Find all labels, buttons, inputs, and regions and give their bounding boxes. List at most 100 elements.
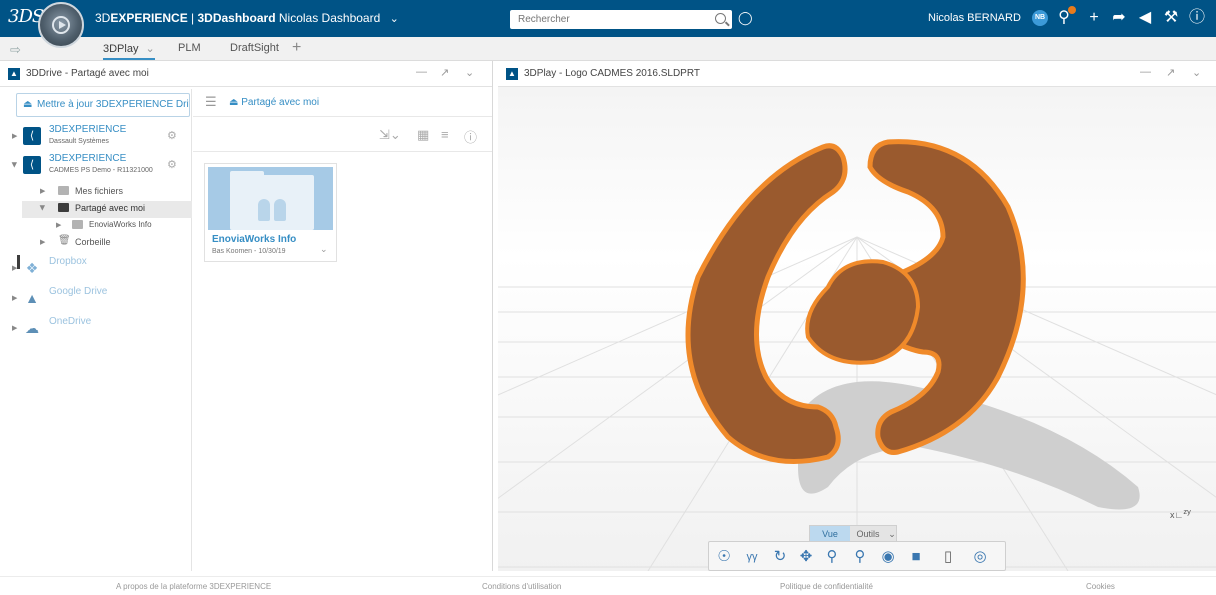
expand-arrow-icon[interactable]: ▶	[12, 324, 17, 332]
tab-bar: ⇨ 3DPlay ⌄ PLM DraftSight +	[0, 37, 1216, 61]
help-icon[interactable]: ⓘ	[1188, 8, 1206, 28]
tag-icon[interactable]: ◯	[738, 10, 753, 25]
drive-tree: ⏏ Mettre à jour 3DEXPERIENCE Drive ▶ ⟨ 3…	[10, 89, 192, 571]
tree-item-label: EnoviaWorks Info	[89, 220, 152, 229]
provider-dropbox[interactable]: ▶ ❖ Dropbox	[10, 255, 192, 285]
provider-name: Google Drive	[49, 286, 108, 297]
app-title[interactable]: 3DEXPERIENCE | 3DDashboard Nicolas Dashb…	[95, 11, 399, 25]
rotate-icon[interactable]: ↻	[771, 548, 789, 566]
view-cube-icon[interactable]: ■	[907, 548, 925, 566]
tree-item-enovia[interactable]: ▶ EnoviaWorks Info	[56, 218, 190, 235]
tree-item-label: Mes fichiers	[75, 186, 124, 196]
add-icon[interactable]: +	[1085, 8, 1103, 28]
maximize-icon[interactable]: ↗	[440, 66, 449, 79]
tab-vue[interactable]: Vue	[810, 526, 850, 542]
zoom-icon[interactable]: ⚲	[823, 548, 841, 566]
user-name[interactable]: Nicolas BERNARD	[928, 12, 1021, 24]
list-view-icon[interactable]: ≡	[441, 127, 449, 142]
viewer-toolbar: ☉ γγ ↻ ✥ ⚲ ⚲ ◉ ■ ▯ ◎	[708, 541, 1006, 571]
tab-3dplay-label: 3DPlay	[103, 43, 139, 55]
share-icon[interactable]: ➦	[1110, 8, 1128, 28]
tools-icon[interactable]: ⚒	[1162, 8, 1180, 28]
section-icon[interactable]: ▯	[939, 548, 957, 566]
expand-arrow-icon[interactable]: ▶	[12, 132, 17, 140]
pan-icon[interactable]: ✥	[797, 548, 815, 566]
look-at-icon[interactable]: ◉	[879, 548, 897, 566]
fit-all-icon[interactable]: ☉	[715, 548, 733, 566]
card-name[interactable]: EnoviaWorks Info	[212, 234, 296, 245]
tree-item-partage[interactable]: ▶ Partagé avec moi	[22, 201, 192, 218]
collapse-toolbar-icon[interactable]: ⌄	[886, 526, 898, 542]
tree-item-corbeille[interactable]: ▶ 🗑 Corbeille	[40, 235, 190, 252]
brand-experience: EXPERIENCE	[110, 11, 188, 25]
add-tab-icon[interactable]: +	[292, 39, 301, 57]
sort-icon[interactable]: ⇲⌄	[379, 127, 401, 143]
dashboard-menu-icon[interactable]: ⇨	[10, 42, 21, 58]
logo-center-disk	[805, 259, 921, 365]
folder-card[interactable]: EnoviaWorks Info Bas Koomen - 10/30/19 ⌄	[204, 163, 337, 262]
compass-button[interactable]	[38, 2, 84, 48]
expand-arrow-icon[interactable]: ▶	[40, 238, 45, 246]
collapse-arrow-icon[interactable]: ▶	[11, 162, 19, 167]
card-date: 10/30/19	[258, 248, 286, 255]
selection-indicator	[17, 255, 20, 269]
visibility-icon[interactable]: ◎	[971, 548, 989, 566]
zoom-area-icon[interactable]: ⚲	[851, 548, 869, 566]
search-box	[510, 10, 732, 29]
trash-icon: 🗑	[58, 235, 71, 246]
tab-chevron-down-icon[interactable]: ⌄	[146, 43, 155, 55]
card-menu-icon[interactable]: ⌄	[320, 244, 328, 255]
provider-3dexperience-ds[interactable]: ▶ ⟨ 3DEXPERIENCE Dassault Systèmes ⚙	[10, 123, 192, 153]
expand-arrow-icon[interactable]: ▶	[56, 221, 61, 229]
play-icon	[52, 16, 70, 34]
maximize-icon[interactable]: ↗	[1166, 66, 1175, 79]
3ddrive-app-icon: ▲	[8, 68, 20, 80]
widget-menu-icon[interactable]: ⌄	[465, 66, 474, 79]
communicate-icon[interactable]: ◀	[1136, 8, 1154, 28]
person-icon	[274, 199, 286, 221]
person-icon	[258, 199, 270, 221]
expand-arrow-icon[interactable]: ▶	[12, 294, 17, 302]
tab-plm[interactable]: PLM	[178, 42, 201, 54]
collapse-arrow-icon[interactable]: ▶	[39, 205, 47, 210]
widget-header: ▲ 3DDrive - Partagé avec moi — ↗ ⌄	[0, 61, 492, 87]
dropbox-icon: ❖	[25, 260, 39, 276]
update-drive-button[interactable]: ⏏ Mettre à jour 3DEXPERIENCE Drive	[16, 93, 190, 117]
footer-link-terms[interactable]: Conditions d'utilisation	[482, 582, 561, 591]
expand-arrow-icon[interactable]: ▶	[40, 187, 45, 195]
hamburger-icon[interactable]: ☰	[205, 94, 217, 110]
breadcrumb-label: Partagé avec moi	[241, 97, 320, 108]
provider-3dexperience-cadmes[interactable]: ▶ ⟨ 3DEXPERIENCE CADMES PS Demo - R11321…	[10, 152, 192, 182]
tab-3dplay[interactable]: 3DPlay ⌄	[103, 42, 155, 60]
folder-icon	[58, 203, 69, 212]
gear-icon[interactable]: ⚙	[167, 129, 177, 142]
app-name: 3DDashboard	[197, 11, 276, 25]
avatar[interactable]: NB	[1032, 10, 1048, 26]
render-mode-icon[interactable]: γγ	[743, 548, 761, 566]
provider-google-drive[interactable]: ▶ ▲ Google Drive	[10, 285, 192, 315]
gear-icon[interactable]: ⚙	[167, 158, 177, 171]
tab-outils[interactable]: Outils	[850, 526, 886, 542]
folder-thumbnail	[208, 167, 333, 230]
search-icon[interactable]	[715, 13, 726, 24]
info-icon[interactable]: ⓘ	[464, 127, 477, 146]
chevron-down-icon[interactable]: ⌄	[390, 12, 399, 25]
3d-viewport[interactable]: x∟zy	[498, 87, 1216, 571]
minimize-icon[interactable]: —	[1140, 66, 1151, 78]
tree-item-label: Partagé avec moi	[75, 203, 146, 213]
widget-title: 3DPlay - Logo CADMES 2016.SLDPRT	[524, 68, 701, 79]
minimize-icon[interactable]: —	[416, 66, 427, 78]
tree-item-mes-fichiers[interactable]: ▶ Mes fichiers	[40, 184, 190, 201]
brand-3d: 3D	[95, 11, 111, 25]
footer-link-cookies[interactable]: Cookies	[1086, 582, 1115, 591]
widget-menu-icon[interactable]: ⌄	[1192, 66, 1201, 79]
footer-link-about[interactable]: A propos de la plateforme 3DEXPERIENCE	[116, 582, 271, 591]
breadcrumb[interactable]: ⏏ Partagé avec moi	[229, 97, 319, 108]
tab-draftsight[interactable]: DraftSight	[230, 42, 279, 54]
search-input[interactable]	[510, 10, 700, 29]
provider-onedrive[interactable]: ▶ ☁ OneDrive	[10, 315, 192, 345]
grid-view-icon[interactable]: ▦	[417, 127, 429, 143]
footer-link-privacy[interactable]: Politique de confidentialité	[780, 582, 873, 591]
card-meta: Bas Koomen - 10/30/19	[212, 248, 286, 255]
3dplay-widget: ▲ 3DPlay - Logo CADMES 2016.SLDPRT — ↗ ⌄	[498, 61, 1216, 571]
